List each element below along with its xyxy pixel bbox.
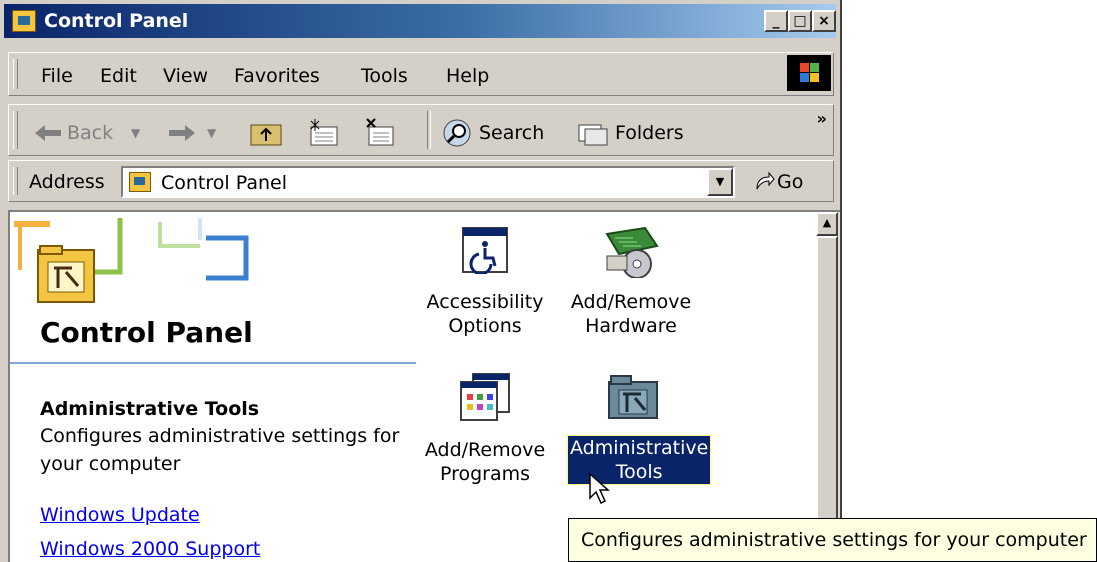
control-panel-icon xyxy=(12,10,36,32)
scroll-thumb[interactable] xyxy=(816,236,838,562)
back-arrow-icon xyxy=(35,125,61,141)
move-to-button[interactable] xyxy=(305,113,345,151)
forward-dropdown-icon[interactable]: ▼ xyxy=(207,126,216,140)
menu-help[interactable]: Help xyxy=(446,65,489,87)
up-folder-icon xyxy=(250,124,282,146)
forward-arrow-icon xyxy=(169,125,195,141)
close-button[interactable]: × xyxy=(812,10,836,32)
address-value: Control Panel xyxy=(161,172,287,194)
content-pane: Control Panel Administrative Tools Confi… xyxy=(8,210,816,562)
back-dropdown-icon[interactable]: ▼ xyxy=(131,126,140,140)
accessibility-icon xyxy=(462,227,508,276)
standard-toolbar: Back ▼ ▼ Search Folders » xyxy=(8,104,834,156)
minimize-button[interactable]: _ xyxy=(764,10,788,32)
menu-edit[interactable]: Edit xyxy=(100,65,137,87)
go-arrow-icon xyxy=(756,171,775,190)
toolbar-overflow-icon[interactable]: » xyxy=(817,109,827,128)
copy-to-button[interactable] xyxy=(361,113,401,151)
menu-tools[interactable]: Tools xyxy=(361,65,408,87)
menu-file[interactable]: File xyxy=(41,65,73,87)
pane-heading: Control Panel xyxy=(40,316,253,349)
admin-tools-icon xyxy=(608,375,658,419)
go-button[interactable]: Go xyxy=(749,167,823,197)
programs-label-line1: Add/Remove xyxy=(424,439,546,461)
programs-icon xyxy=(460,373,510,421)
admin-tools-label-line1: Administrative xyxy=(570,437,709,459)
address-grip[interactable] xyxy=(13,167,18,195)
accessibility-options-item[interactable]: Accessibility Options xyxy=(420,226,550,338)
move-to-icon xyxy=(310,119,338,146)
forward-button[interactable]: ▼ xyxy=(167,113,233,151)
tooltip: Configures administrative settings for y… xyxy=(568,518,1097,562)
toolbar-separator xyxy=(427,111,431,149)
back-label: Back xyxy=(67,122,114,144)
menu-grip[interactable] xyxy=(13,59,18,89)
selected-item-title: Administrative Tools xyxy=(40,398,260,420)
scroll-up-button[interactable]: ▲ xyxy=(816,212,838,236)
toolbar-grip[interactable] xyxy=(13,111,18,149)
vertical-scrollbar[interactable]: ▲ xyxy=(816,210,840,562)
menu-view[interactable]: View xyxy=(163,65,208,87)
heading-divider xyxy=(10,362,416,364)
windows-2000-support-link[interactable]: Windows 2000 Support xyxy=(40,538,260,560)
address-input[interactable]: Control Panel ▼ xyxy=(121,166,735,198)
accessibility-label-line2: Options xyxy=(448,315,522,337)
window-title: Control Panel xyxy=(44,10,189,32)
accessibility-label-line1: Accessibility xyxy=(426,291,544,313)
address-bar: Address Control Panel ▼ Go xyxy=(8,160,834,202)
title-bar[interactable]: Control Panel _ □ × xyxy=(4,4,836,38)
hardware-label-line2: Hardware xyxy=(585,315,677,337)
search-button[interactable]: Search xyxy=(441,113,557,151)
address-dropdown-icon[interactable]: ▼ xyxy=(707,168,733,196)
windows-logo-icon xyxy=(787,55,831,91)
administrative-tools-item[interactable]: Administrative Tools xyxy=(566,372,712,485)
go-label: Go xyxy=(777,171,804,193)
hardware-label-line1: Add/Remove xyxy=(570,291,692,313)
folders-label: Folders xyxy=(615,122,684,144)
search-label: Search xyxy=(479,122,545,144)
hardware-icon xyxy=(605,226,659,279)
address-label: Address xyxy=(29,171,105,193)
menu-bar: File Edit View Favorites Tools Help xyxy=(8,52,834,96)
control-panel-banner-graphic xyxy=(14,218,249,303)
add-remove-programs-item[interactable]: Add/Remove Programs xyxy=(420,372,550,486)
selected-item-description: Configures administrative settings for y… xyxy=(40,425,400,475)
back-button[interactable]: Back ▼ xyxy=(33,113,155,151)
control-panel-window: Control Panel _ □ × File Edit View Favor… xyxy=(0,0,842,562)
mouse-cursor-icon xyxy=(589,472,610,505)
programs-label-line2: Programs xyxy=(439,463,531,485)
copy-to-icon xyxy=(366,118,394,146)
search-icon xyxy=(443,119,471,147)
folders-button[interactable]: Folders xyxy=(577,113,701,151)
folders-icon xyxy=(578,124,608,146)
menu-favorites[interactable]: Favorites xyxy=(234,65,320,87)
add-remove-hardware-item[interactable]: Add/Remove Hardware xyxy=(566,226,696,338)
maximize-button[interactable]: □ xyxy=(788,10,812,32)
up-folder-button[interactable] xyxy=(249,113,289,151)
control-panel-small-icon xyxy=(129,172,151,192)
windows-update-link[interactable]: Windows Update xyxy=(40,504,200,526)
